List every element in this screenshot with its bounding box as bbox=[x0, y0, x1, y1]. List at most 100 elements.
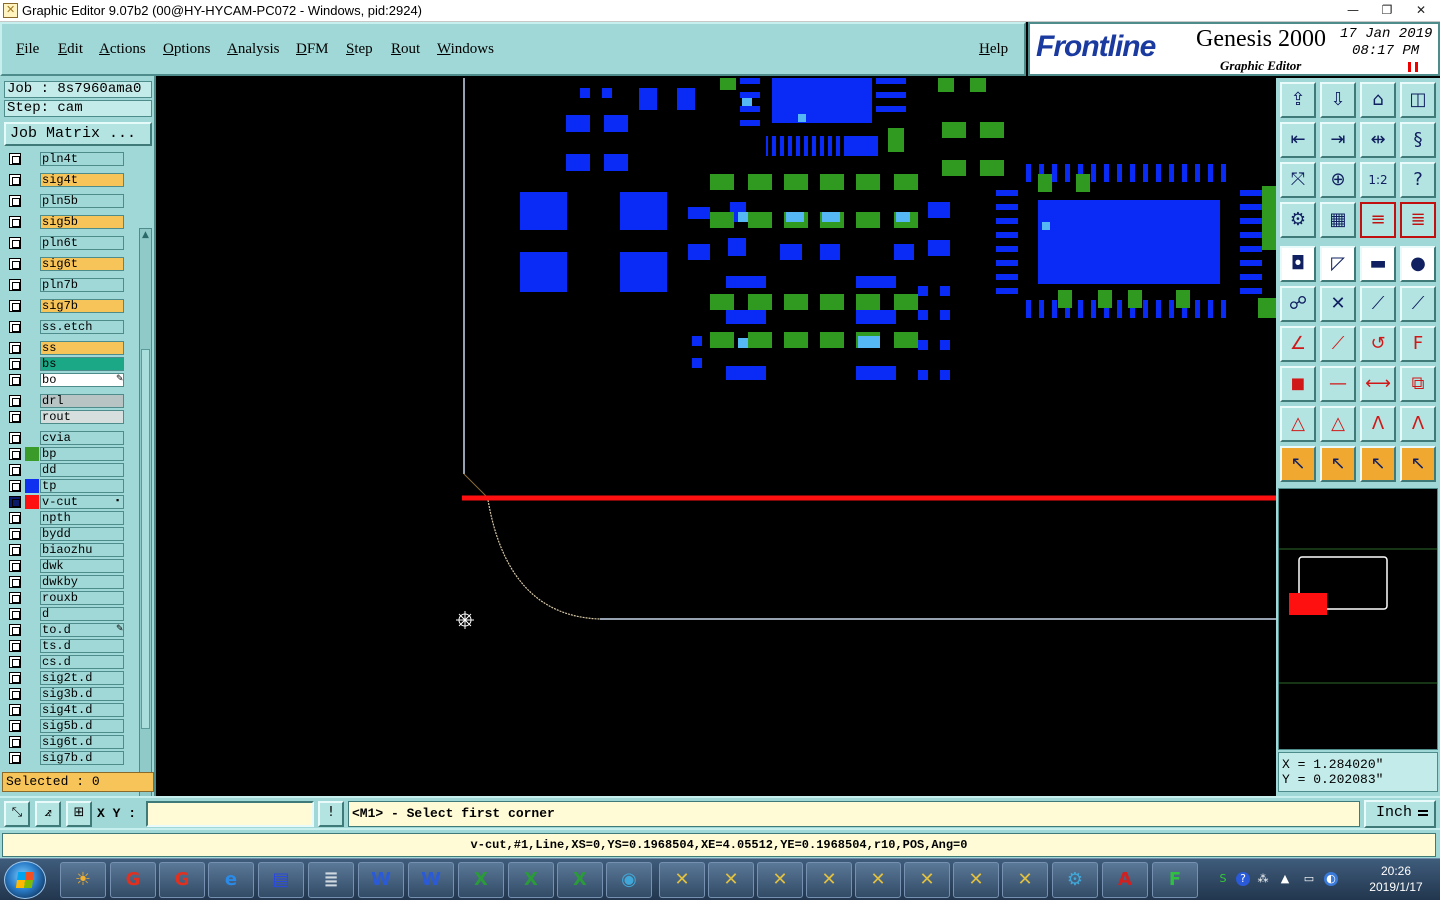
layer-row-pln4t[interactable]: pln4t bbox=[4, 152, 138, 166]
layer-name[interactable]: sig5b bbox=[40, 215, 124, 229]
layer-color-swatch[interactable] bbox=[25, 735, 39, 749]
layer-row-dwkby[interactable]: dwkby bbox=[4, 575, 138, 589]
layer-color-swatch[interactable] bbox=[25, 236, 39, 250]
layer-name[interactable]: sig4t bbox=[40, 173, 124, 187]
taskbar-shell-icon[interactable]: ☀ bbox=[60, 862, 106, 898]
select-net-icon[interactable]: ↖ bbox=[1360, 446, 1396, 482]
layer-color-swatch[interactable] bbox=[25, 479, 39, 493]
scroll-up-icon[interactable]: ▲ bbox=[140, 229, 151, 241]
layer-color-swatch[interactable] bbox=[25, 719, 39, 733]
layer-name[interactable]: sig6t.d bbox=[40, 735, 124, 749]
job-matrix-button[interactable]: Job Matrix ... bbox=[4, 122, 152, 146]
layer-checkbox[interactable] bbox=[9, 592, 21, 604]
maximize-button[interactable]: ❐ bbox=[1370, 0, 1404, 20]
layer-name[interactable]: sig2t.d bbox=[40, 671, 124, 685]
layer-checkbox[interactable] bbox=[9, 448, 21, 460]
zoom-home-icon[interactable]: ⇪ bbox=[1280, 82, 1316, 118]
taskbar-excel-icon-3[interactable]: X bbox=[557, 862, 603, 898]
layer-name[interactable]: rout bbox=[40, 410, 124, 424]
layer-name[interactable]: pln4t bbox=[40, 152, 124, 166]
slash-icon[interactable]: ⟋ bbox=[1320, 326, 1356, 362]
layer-checkbox[interactable] bbox=[9, 432, 21, 444]
select-icon[interactable]: ↖ bbox=[1280, 446, 1316, 482]
taskbar-editor-icon-5[interactable]: ✕ bbox=[855, 862, 901, 898]
layer-row-d[interactable]: d bbox=[4, 607, 138, 621]
zoom-out-icon[interactable]: ⊕ bbox=[1320, 162, 1356, 198]
layer-name[interactable]: ss.etch bbox=[40, 320, 124, 334]
layer-name[interactable]: cs.d bbox=[40, 655, 124, 669]
layer-name[interactable]: dwkby bbox=[40, 575, 124, 589]
layer-row-to.d[interactable]: to.d ✎ bbox=[4, 623, 138, 637]
taskbar-genesis-icon[interactable]: G bbox=[110, 862, 156, 898]
help-icon[interactable]: ? bbox=[1236, 872, 1250, 886]
layer-color-swatch[interactable] bbox=[25, 591, 39, 605]
layer-color-swatch[interactable] bbox=[25, 257, 39, 271]
layer-checkbox[interactable] bbox=[9, 374, 21, 386]
query-icon[interactable]: ? bbox=[1400, 162, 1436, 198]
line-add-icon[interactable]: ⟋ bbox=[1360, 286, 1396, 322]
layer-color-swatch[interactable] bbox=[25, 543, 39, 557]
layer-row-sig5b[interactable]: sig5b bbox=[4, 215, 138, 229]
layer-colors-icon[interactable]: ≣ bbox=[1400, 202, 1436, 238]
taskbar-genesis-icon-2[interactable]: G bbox=[159, 862, 205, 898]
grid-toggle-icon[interactable]: ▦ bbox=[1320, 202, 1356, 238]
layer-checkbox[interactable] bbox=[9, 656, 21, 668]
layer-checkbox[interactable] bbox=[9, 560, 21, 572]
layer-row-sig6t[interactable]: sig6t bbox=[4, 257, 138, 271]
taskbar-editor-icon[interactable]: ✕ bbox=[659, 862, 705, 898]
layer-checkbox[interactable] bbox=[9, 624, 21, 636]
unit-selector[interactable]: Inch bbox=[1364, 800, 1436, 828]
layer-row-pln7b[interactable]: pln7b bbox=[4, 278, 138, 292]
close-button[interactable]: ✕ bbox=[1404, 0, 1438, 20]
snap-settings-icon[interactable]: ⚙ bbox=[1280, 202, 1316, 238]
taskbar-scanner-icon[interactable]: ≣ bbox=[308, 862, 354, 898]
pause-icon[interactable] bbox=[1408, 62, 1418, 72]
taskbar-save-icon[interactable]: ▤ bbox=[258, 862, 304, 898]
layer-name[interactable]: bp bbox=[40, 447, 124, 461]
layer-color-swatch[interactable] bbox=[25, 687, 39, 701]
layer-name[interactable]: rouxb bbox=[40, 591, 124, 605]
clock[interactable]: 20:26 2019/1/17 bbox=[1356, 863, 1436, 895]
layer-row-sig7b[interactable]: sig7b bbox=[4, 299, 138, 313]
layer-checkbox[interactable] bbox=[9, 640, 21, 652]
layer-name[interactable]: bo bbox=[40, 373, 124, 387]
layer-checkbox[interactable] bbox=[9, 736, 21, 748]
tray-app-icon[interactable]: S bbox=[1216, 872, 1230, 886]
layer-checkbox[interactable] bbox=[9, 752, 21, 764]
layer-color-swatch[interactable] bbox=[25, 373, 39, 387]
zoom-1to1-icon[interactable]: 1:2 bbox=[1360, 162, 1396, 198]
polygon-icon[interactable]: △ bbox=[1280, 406, 1316, 442]
layer-checkbox[interactable] bbox=[9, 174, 21, 186]
layer-name[interactable]: v-cut bbox=[40, 495, 124, 509]
menu-windows[interactable]: Windows bbox=[437, 41, 494, 58]
zoom-profile-icon[interactable]: ⌂ bbox=[1360, 82, 1396, 118]
redraw-icon[interactable]: § bbox=[1400, 122, 1436, 158]
layer-color-swatch[interactable] bbox=[25, 447, 39, 461]
layer-checkbox[interactable] bbox=[9, 358, 21, 370]
layer-name[interactable]: sig5b.d bbox=[40, 719, 124, 733]
pan-right-icon[interactable]: ⇥ bbox=[1320, 122, 1356, 158]
layer-name[interactable]: tp bbox=[40, 479, 124, 493]
layer-color-swatch[interactable] bbox=[25, 575, 39, 589]
layer-row-drl[interactable]: drl bbox=[4, 394, 138, 408]
layer-color-swatch[interactable] bbox=[25, 299, 39, 313]
layer-row-sig4t.d[interactable]: sig4t.d bbox=[4, 703, 138, 717]
layer-checkbox[interactable] bbox=[9, 237, 21, 249]
layer-checkbox[interactable] bbox=[9, 528, 21, 540]
layer-color-swatch[interactable] bbox=[25, 194, 39, 208]
layer-name[interactable]: biaozhu bbox=[40, 543, 124, 557]
taskbar-editor-icon-8[interactable]: ✕ bbox=[1002, 862, 1048, 898]
polygon-edit-icon[interactable]: △ bbox=[1320, 406, 1356, 442]
taskbar-word-icon-2[interactable]: W bbox=[408, 862, 454, 898]
layer-row-sig6t.d[interactable]: sig6t.d bbox=[4, 735, 138, 749]
layer-checkbox[interactable] bbox=[9, 395, 21, 407]
layer-row-sig3b.d[interactable]: sig3b.d bbox=[4, 687, 138, 701]
select-path-icon[interactable]: ↖ bbox=[1400, 446, 1436, 482]
show-hidden-icon[interactable]: ▲ bbox=[1278, 872, 1292, 886]
zoom-fit-icon[interactable]: ⇩ bbox=[1320, 82, 1356, 118]
layer-row-sig5b.d[interactable]: sig5b.d bbox=[4, 719, 138, 733]
layer-color-swatch[interactable] bbox=[25, 623, 39, 637]
layer-checkbox[interactable] bbox=[9, 411, 21, 423]
layer-name[interactable]: to.d bbox=[40, 623, 124, 637]
taskbar-acrobat-icon[interactable]: A bbox=[1102, 862, 1148, 898]
